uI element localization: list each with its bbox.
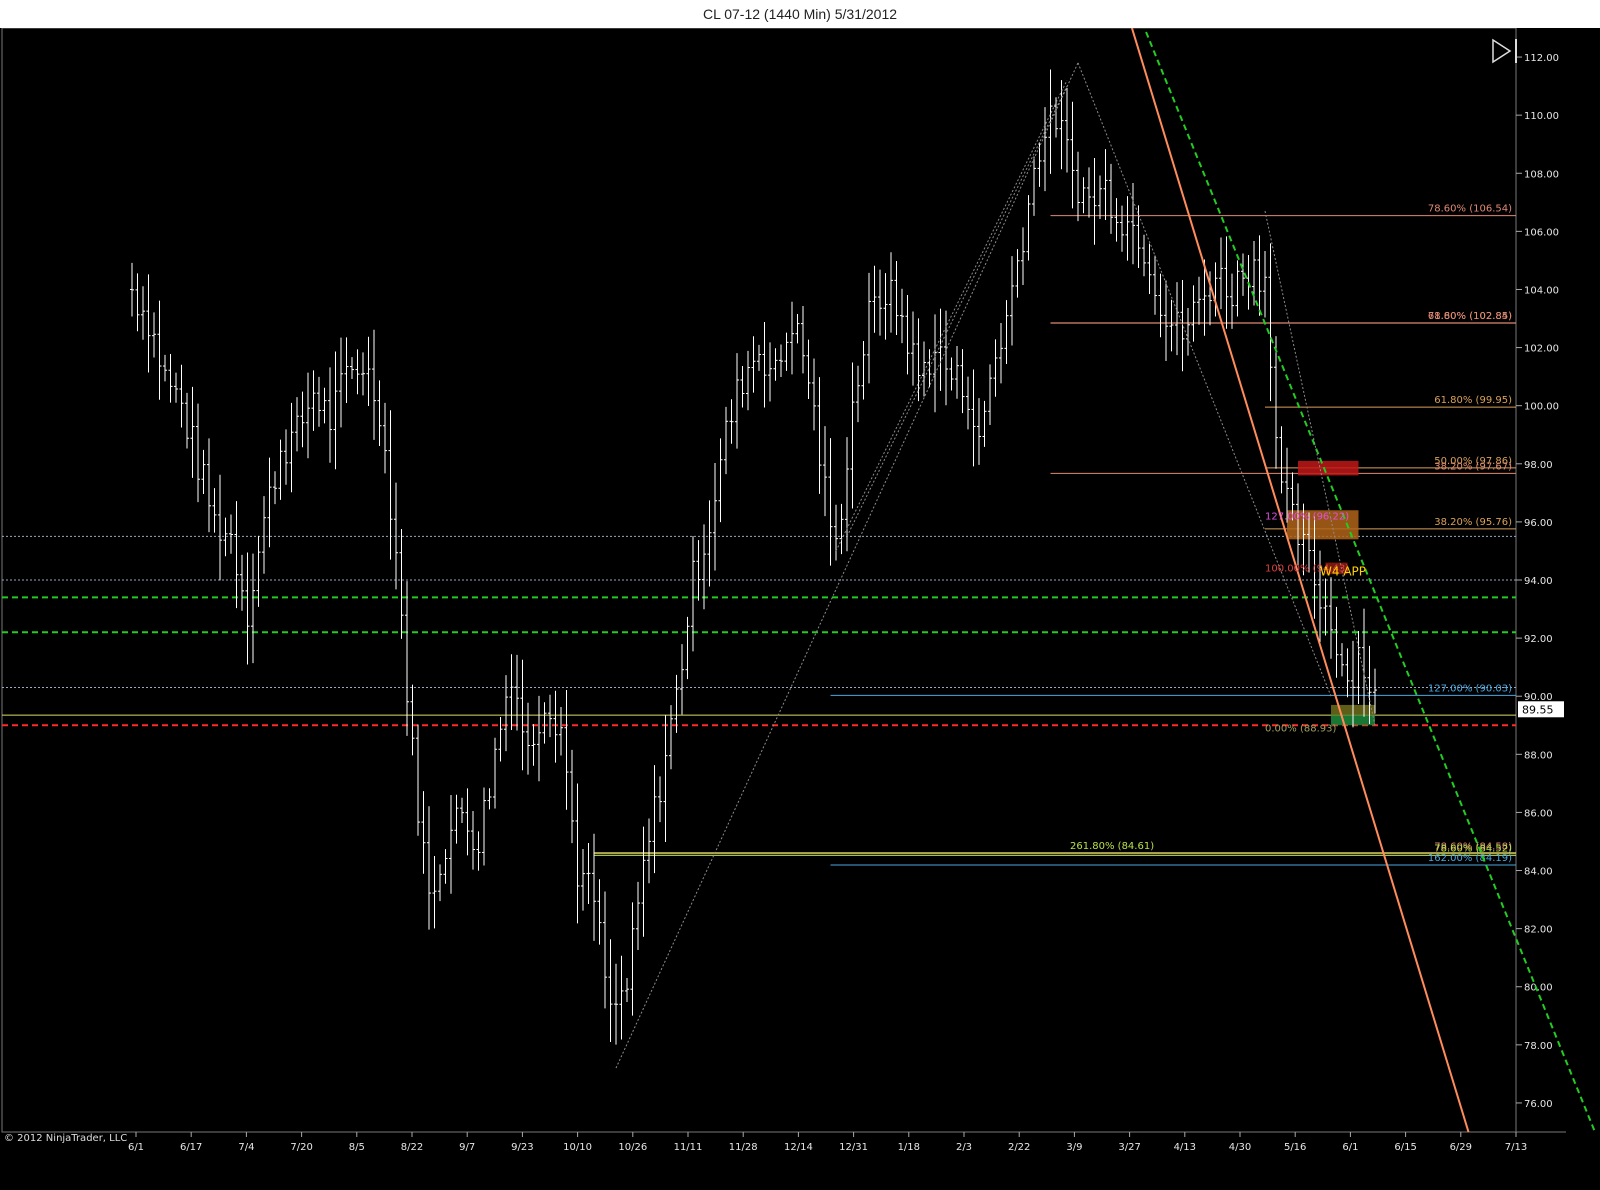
fib-annotation: 0.00% (88.93)	[1265, 723, 1336, 734]
x-tick-label: 9/7	[459, 1142, 475, 1153]
y-tick-label: 106.00	[1524, 227, 1559, 238]
x-tick-label: 7/4	[238, 1142, 254, 1153]
y-tick-label: 92.00	[1524, 634, 1553, 645]
x-tick-label: 12/31	[839, 1142, 868, 1153]
fib-level-label: 38.20% (97.67)	[1434, 461, 1512, 472]
y-tick-label: 112.00	[1524, 53, 1559, 64]
x-tick-label: 6/1	[1342, 1142, 1358, 1153]
trendline	[1077, 62, 1332, 697]
y-tick-label: 98.00	[1524, 460, 1553, 471]
y-tick-label: 84.00	[1524, 867, 1553, 878]
trendline	[835, 80, 1068, 552]
y-tick-label: 88.00	[1524, 750, 1553, 761]
x-tick-label: 3/27	[1118, 1142, 1140, 1153]
wave-annotation: W4 APP	[1320, 564, 1366, 578]
x-tick-label: 6/15	[1394, 1142, 1416, 1153]
x-tick-label: 7/20	[290, 1142, 312, 1153]
y-tick-label: 100.00	[1524, 402, 1559, 413]
price-chart[interactable]: 112.00 110.00 108.00 106.00 104.00 102.00 100.…	[0, 28, 1600, 1190]
y-tick-label: 82.00	[1524, 925, 1553, 936]
window-title: CL 07-12 (1440 Min) 5/31/2012	[0, 0, 1600, 28]
x-tick-label: 10/26	[618, 1142, 647, 1153]
x-tick-label: 1/18	[898, 1142, 920, 1153]
x-tick-label: 4/13	[1174, 1142, 1196, 1153]
y-tick-label: 94.00	[1524, 576, 1553, 587]
x-tick-label: 10/10	[563, 1142, 592, 1153]
y-tick-label: 102.00	[1524, 344, 1559, 355]
x-tick-label: 11/11	[674, 1142, 703, 1153]
y-tick-label: 78.00	[1524, 1041, 1553, 1052]
chart-panel[interactable]: 112.00 110.00 108.00 106.00 104.00 102.00 100.…	[0, 28, 1600, 1190]
y-tick-label: 80.00	[1524, 983, 1553, 994]
y-tick-label: 110.00	[1524, 111, 1559, 122]
fib-level-label: 162.00% (84.19)	[1428, 853, 1512, 864]
x-tick-label: 4/30	[1229, 1142, 1251, 1153]
price-zone	[1298, 460, 1359, 476]
fib-level-label: 78.60% (106.54)	[1428, 204, 1512, 215]
fib-level-label: 127.00% (90.03)	[1428, 683, 1512, 694]
y-tick-label: 86.00	[1524, 808, 1553, 819]
y-tick-label: 96.00	[1524, 518, 1553, 529]
play-to-end-icon	[1492, 38, 1512, 64]
copyright-notice: © 2012 NinjaTrader, LLC	[4, 1133, 128, 1144]
x-tick-label: 8/5	[349, 1142, 365, 1153]
y-tick-label: 108.00	[1524, 169, 1559, 180]
x-tick-label: 11/28	[729, 1142, 758, 1153]
x-tick-label: 2/22	[1008, 1142, 1030, 1153]
x-tick-label: 6/1	[128, 1142, 144, 1153]
fib-level-label: 261.80% (84.61)	[1070, 841, 1154, 852]
x-tick-label: 6/29	[1450, 1142, 1472, 1153]
trendline	[615, 62, 1079, 1069]
fib-level-label: 38.20% (95.76)	[1434, 517, 1512, 528]
x-tick-label: 2/3	[956, 1142, 972, 1153]
x-tick-label: 7/13	[1505, 1142, 1527, 1153]
y-tick-label: 104.00	[1524, 285, 1559, 296]
x-tick-label: 3/9	[1066, 1142, 1082, 1153]
x-tick-label: 9/23	[511, 1142, 533, 1153]
fib-level-label: 61.80% (99.95)	[1434, 395, 1512, 406]
fib-annotation: 127.00% (96.22)	[1265, 512, 1349, 523]
last-price-label: 89.55	[1522, 703, 1554, 716]
x-tick-label: 8/22	[401, 1142, 423, 1153]
fib-level-label: 61.80% (102.85)	[1428, 311, 1512, 322]
y-tick-label: 76.00	[1524, 1099, 1553, 1110]
x-tick-label: 12/14	[784, 1142, 813, 1153]
x-tick-label: 6/17	[180, 1142, 202, 1153]
x-tick-label: 5/16	[1284, 1142, 1306, 1153]
